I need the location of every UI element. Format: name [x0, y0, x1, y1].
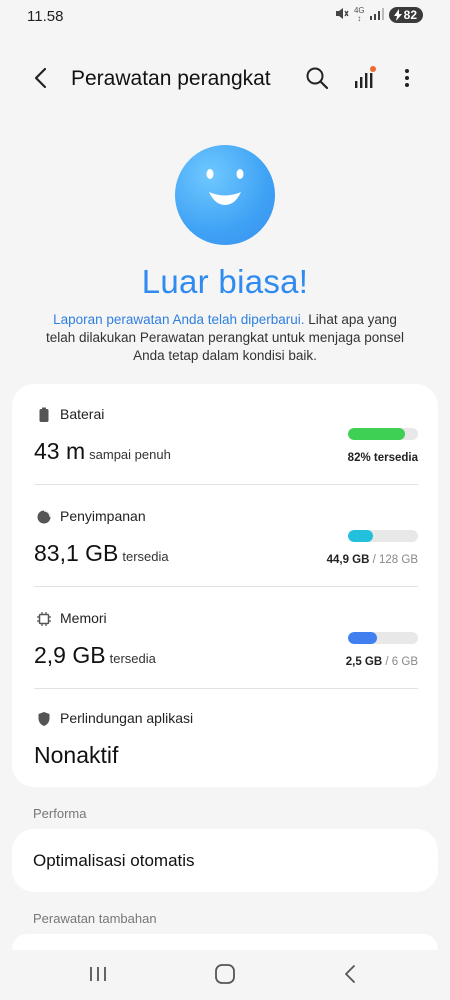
memory-total: / 6 GB — [385, 656, 418, 668]
more-options-button[interactable] — [393, 64, 421, 92]
auto-optimization-option[interactable]: Optimalisasi otomatis — [12, 829, 438, 892]
shield-icon — [38, 712, 50, 726]
search-button[interactable] — [303, 64, 331, 92]
performance-section-label: Performa — [33, 806, 87, 821]
device-care-card: Baterai 43 m sampai penuh 82% tersedia Pe… — [12, 384, 438, 787]
memory-unit: tersedia — [109, 651, 156, 666]
battery-icon — [39, 407, 49, 422]
network-activity-label: ↕ — [357, 14, 362, 23]
storage-amount: 83,1 GB — [34, 540, 119, 566]
storage-caption: 44,9 GB / 128 GB — [327, 554, 418, 566]
battery-bar — [348, 428, 418, 440]
report-link[interactable]: Laporan perawatan Anda telah diperbarui. — [53, 312, 304, 327]
battery-time: 43 m — [34, 438, 86, 464]
recent-apps-button[interactable] — [84, 962, 112, 986]
memory-amount: 2,9 GB — [34, 642, 106, 668]
mute-icon — [335, 7, 349, 23]
page-title: Perawatan perangkat — [71, 67, 271, 90]
network-type: 4G ↕ — [354, 7, 365, 23]
memory-bar — [348, 632, 418, 644]
charging-bolt-icon — [393, 9, 402, 21]
extra-care-section-label: Perawatan tambahan — [33, 911, 157, 926]
back-arrow-icon — [34, 67, 47, 89]
memory-chip-icon — [37, 612, 51, 626]
nav-back-button[interactable] — [337, 962, 365, 986]
status-bar: 11.58 4G ↕ 82 — [0, 0, 450, 34]
app-protection-label: Perlindungan aplikasi — [60, 710, 194, 726]
battery-label: Baterai — [60, 406, 105, 422]
memory-label: Memori — [60, 610, 107, 626]
app-header: Perawatan perangkat — [0, 50, 450, 106]
report-description: Laporan perawatan Anda telah diperbarui.… — [40, 311, 410, 365]
pie-chart-icon — [37, 510, 51, 524]
app-protection-item[interactable]: Perlindungan aplikasi Nonaktif — [34, 710, 418, 776]
navigation-bar — [0, 950, 450, 1000]
app-protection-status: Nonaktif — [34, 742, 119, 768]
bar-chart-icon — [355, 66, 376, 88]
back-chevron-icon — [345, 965, 355, 983]
recent-apps-icon — [90, 967, 106, 981]
status-icons: 4G ↕ 82 — [335, 7, 423, 23]
more-vertical-icon — [405, 69, 409, 87]
home-icon — [215, 964, 235, 984]
search-icon — [306, 67, 329, 90]
storage-used: 44,9 GB — [326, 554, 370, 566]
storage-item[interactable]: Penyimpanan 83,1 GB tersedia 44,9 GB / 12… — [34, 508, 418, 586]
smiley-face-icon — [175, 145, 275, 245]
battery-unit: sampai penuh — [89, 447, 171, 462]
memory-item[interactable]: Memori 2,9 GB tersedia 2,5 GB / 6 GB — [34, 610, 418, 688]
battery-bar-fill — [348, 428, 406, 440]
divider — [34, 688, 418, 689]
memory-value: 2,9 GB tersedia — [34, 642, 156, 669]
storage-unit: tersedia — [122, 549, 169, 564]
signal-strength-icon — [369, 7, 384, 23]
divider — [34, 586, 418, 587]
divider — [34, 484, 418, 485]
app-protection-value: Nonaktif — [34, 742, 118, 769]
home-button[interactable] — [211, 962, 239, 986]
battery-value: 43 m sampai penuh — [34, 438, 171, 465]
back-button[interactable] — [28, 64, 56, 92]
memory-caption: 2,5 GB / 6 GB — [346, 656, 418, 668]
battery-caption: 82% tersedia — [347, 452, 418, 464]
storage-bar-fill — [348, 530, 373, 542]
storage-total: / 128 GB — [372, 554, 418, 566]
diagnostics-button[interactable] — [351, 64, 379, 92]
storage-bar — [348, 530, 418, 542]
auto-optimization-label: Optimalisasi otomatis — [33, 851, 195, 870]
storage-value: 83,1 GB tersedia — [34, 540, 169, 567]
battery-level: 82 — [403, 8, 417, 22]
storage-label: Penyimpanan — [60, 508, 146, 524]
battery-indicator: 82 — [388, 7, 423, 23]
status-headline: Luar biasa! — [141, 263, 309, 300]
status-time: 11.58 — [27, 8, 64, 25]
memory-used: 2,5 GB — [345, 656, 383, 668]
battery-item[interactable]: Baterai 43 m sampai penuh 82% tersedia — [34, 406, 418, 484]
memory-bar-fill — [348, 632, 378, 644]
